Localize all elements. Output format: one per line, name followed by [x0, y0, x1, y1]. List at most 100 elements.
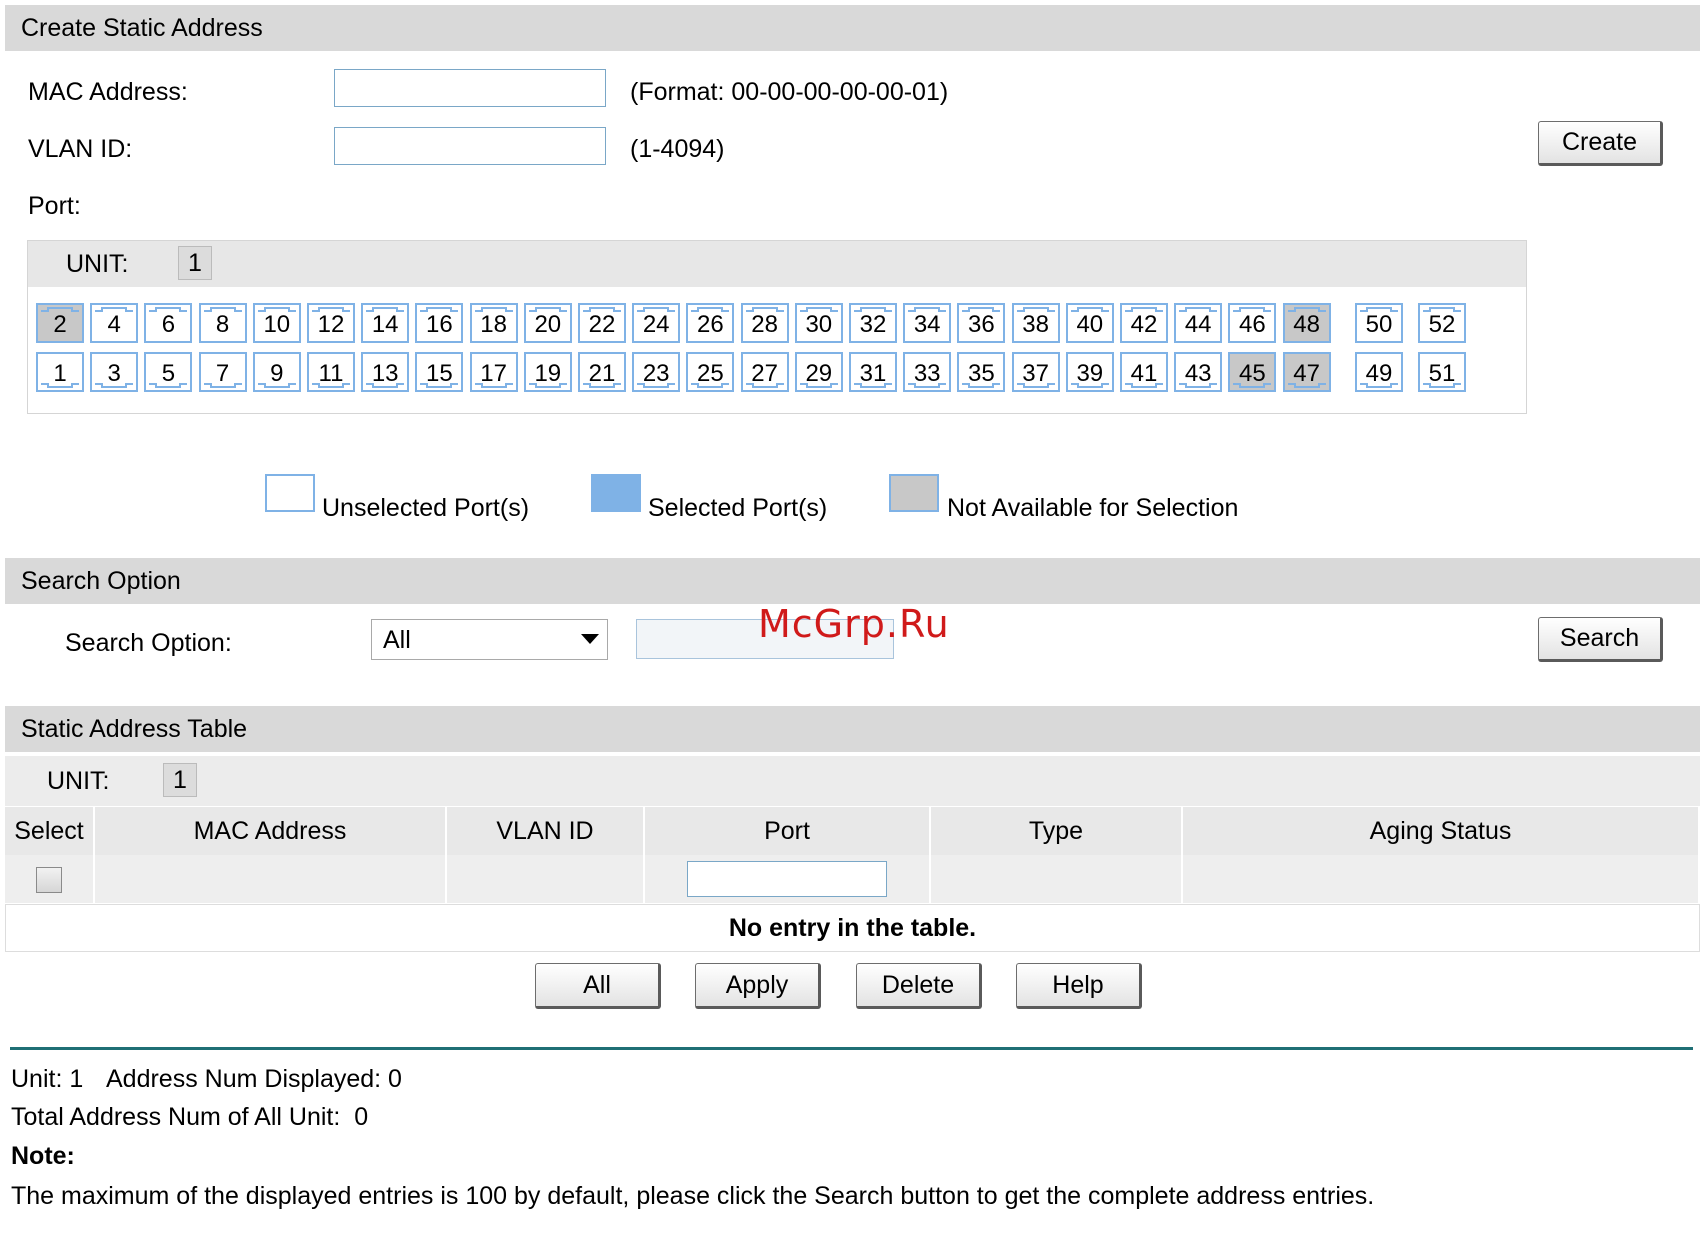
port-number: 32 [859, 311, 887, 338]
port-40[interactable]: 40 [1065, 303, 1114, 343]
port-number: 21 [588, 360, 616, 387]
filter-cell [94, 855, 447, 903]
port-number: 2 [53, 311, 67, 338]
port-19[interactable]: 19 [523, 352, 572, 392]
select-all-checkbox[interactable] [36, 866, 62, 893]
port-11[interactable]: 11 [307, 352, 355, 392]
port-14[interactable]: 14 [361, 303, 410, 343]
port-52[interactable]: 52 [1418, 303, 1466, 343]
port-38[interactable]: 38 [1011, 303, 1060, 343]
port-44[interactable]: 44 [1174, 303, 1223, 343]
port-3[interactable]: 3 [90, 352, 139, 392]
port-28[interactable]: 28 [740, 303, 789, 343]
port-21[interactable]: 21 [578, 352, 626, 392]
not-available-port-icon [889, 474, 939, 512]
port-49[interactable]: 49 [1355, 352, 1403, 392]
note-label: Note: [11, 1142, 75, 1170]
footer-divider [10, 1047, 1693, 1050]
apply-button[interactable]: Apply [695, 963, 821, 1009]
chevron-down-icon [581, 634, 599, 644]
port-5[interactable]: 5 [144, 352, 193, 392]
port-23[interactable]: 23 [632, 352, 681, 392]
all-button[interactable]: All [535, 963, 661, 1009]
port-number: 51 [1428, 360, 1456, 387]
port-6[interactable]: 6 [144, 303, 193, 343]
section-title: Create Static Address [21, 14, 263, 42]
filter-cell [1182, 855, 1700, 903]
port-35[interactable]: 35 [957, 352, 1006, 392]
unit-selector[interactable]: 1 [178, 246, 212, 280]
port-number: 20 [534, 311, 562, 338]
port-number: 40 [1076, 311, 1104, 338]
port-number: 48 [1293, 311, 1320, 338]
port-13[interactable]: 13 [361, 352, 410, 392]
port-1[interactable]: 1 [36, 352, 84, 392]
search-option-header: Search Option [5, 558, 1700, 604]
port-number: 5 [161, 360, 176, 387]
port-number: 50 [1365, 311, 1393, 338]
port-51[interactable]: 51 [1418, 352, 1466, 392]
port-12[interactable]: 12 [307, 303, 355, 343]
port-25[interactable]: 25 [686, 352, 735, 392]
port-18[interactable]: 18 [469, 303, 518, 343]
port-26[interactable]: 26 [686, 303, 735, 343]
port-31[interactable]: 31 [849, 352, 897, 392]
section-title: Search Option [21, 567, 181, 595]
port-33[interactable]: 33 [903, 352, 952, 392]
delete-button[interactable]: Delete [856, 963, 982, 1009]
port-50[interactable]: 50 [1355, 303, 1403, 343]
port-29[interactable]: 29 [794, 352, 843, 392]
port-number: 7 [215, 360, 230, 387]
port-number: 38 [1022, 311, 1049, 338]
create-button[interactable]: Create [1538, 121, 1663, 166]
port-36[interactable]: 36 [957, 303, 1006, 343]
port-number: 11 [318, 360, 344, 387]
port-number: 31 [859, 360, 887, 387]
search-option-select[interactable]: All [371, 619, 608, 660]
port-number: 39 [1076, 360, 1104, 387]
port-number: 4 [107, 311, 121, 338]
vlan-id-input[interactable] [334, 127, 606, 165]
mac-address-input[interactable] [334, 69, 606, 107]
port-27[interactable]: 27 [740, 352, 789, 392]
port-42[interactable]: 42 [1120, 303, 1168, 343]
port-34[interactable]: 34 [903, 303, 952, 343]
port-20[interactable]: 20 [523, 303, 572, 343]
legend-unselected: Unselected Port(s) [322, 494, 530, 522]
help-button[interactable]: Help [1016, 963, 1142, 1009]
port-37[interactable]: 37 [1011, 352, 1060, 392]
port-number: 12 [317, 311, 345, 338]
port-9[interactable]: 9 [252, 352, 301, 392]
watermark: McGrp.Ru [758, 602, 950, 646]
port-number: 34 [913, 311, 941, 338]
port-39[interactable]: 39 [1065, 352, 1114, 392]
port-32[interactable]: 32 [849, 303, 897, 343]
search-option-label: Search Option: [65, 629, 232, 657]
port-15[interactable]: 15 [415, 352, 464, 392]
port-30[interactable]: 30 [794, 303, 843, 343]
port-7[interactable]: 7 [198, 352, 247, 392]
port-number: 37 [1022, 360, 1049, 387]
unselected-port-icon [265, 474, 315, 512]
port-8[interactable]: 8 [198, 303, 247, 343]
port-22[interactable]: 22 [578, 303, 626, 343]
selected-port-icon [591, 474, 641, 512]
legend-selected: Selected Port(s) [648, 494, 828, 522]
port-4[interactable]: 4 [90, 303, 139, 343]
column-header: Aging Status [1182, 807, 1700, 855]
port-2: 2 [36, 303, 84, 343]
port-number: 35 [968, 360, 995, 387]
port-43[interactable]: 43 [1174, 352, 1223, 392]
port-17[interactable]: 17 [469, 352, 518, 392]
port-10[interactable]: 10 [252, 303, 301, 343]
port-number: 1 [53, 360, 67, 387]
port-24[interactable]: 24 [632, 303, 681, 343]
port-41[interactable]: 41 [1120, 352, 1168, 392]
port-filter-input[interactable] [687, 861, 887, 897]
port-46[interactable]: 46 [1228, 303, 1277, 343]
search-button[interactable]: Search [1538, 617, 1663, 662]
port-16[interactable]: 16 [415, 303, 464, 343]
port-number: 17 [480, 360, 507, 387]
table-unit-selector[interactable]: 1 [163, 763, 197, 797]
footer-total-count: Total Address Num of All Unit: 0 [11, 1103, 369, 1131]
